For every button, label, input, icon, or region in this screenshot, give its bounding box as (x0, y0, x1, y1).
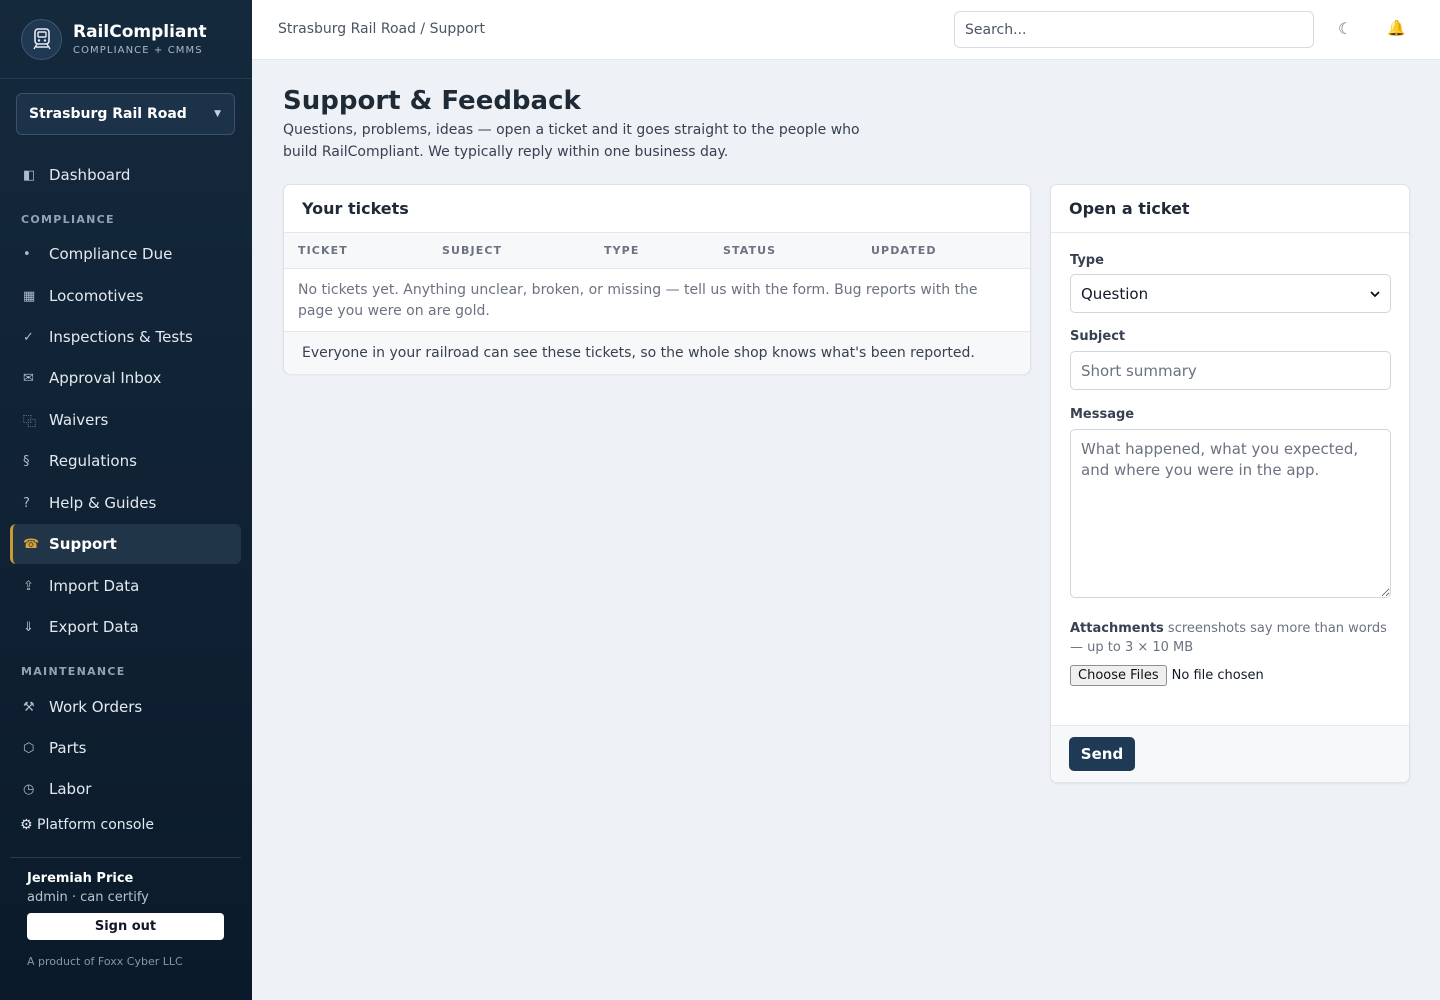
download-icon: ⇓ (23, 619, 34, 635)
sidebar-item-label: Dashboard (49, 166, 131, 184)
page-description: Questions, problems, ideas — open a tick… (283, 122, 860, 160)
sidebar-item-export[interactable]: ⇓ Export Data (10, 607, 241, 647)
column-header-ticket[interactable]: TICKET (298, 244, 348, 257)
sidebar-item-support[interactable]: ☎ Support (10, 524, 241, 564)
type-select[interactable]: Question (1070, 274, 1391, 313)
sidebar-item-label: Support (49, 535, 117, 553)
sidebar-item-labor[interactable]: ◷ Labor (10, 769, 241, 809)
column-header-updated[interactable]: UPDATED (871, 244, 937, 257)
chevron-down-icon: ▼ (214, 109, 221, 119)
sidebar-item-label: Regulations (49, 452, 137, 470)
locomotive-logo-icon (21, 18, 62, 60)
upload-icon: ⇪ (23, 578, 34, 594)
sidebar-item-label: Labor (49, 780, 92, 798)
user-role: admin · can certify (27, 890, 149, 905)
product-credit: A product of Foxx Cyber LLC (27, 955, 183, 968)
sidebar-item-label: Approval Inbox (49, 369, 162, 387)
top-bar: Strasburg Rail Road / Support ☾ 🔔 (252, 0, 1440, 60)
section-label-compliance: COMPLIANCE (21, 213, 115, 226)
attachments-title: Attachments (1070, 621, 1164, 636)
dashboard-icon: ◧ (23, 167, 36, 183)
tickets-visibility-note: Everyone in your railroad can see these … (284, 332, 1030, 374)
type-label: Type (1070, 253, 1104, 268)
tickets-empty-state: No tickets yet. Anything unclear, broken… (284, 269, 1030, 332)
sidebar-item-work-orders[interactable]: ⚒ Work Orders (10, 687, 241, 727)
choose-files-button[interactable]: Choose Files (1070, 665, 1167, 686)
user-panel: Jeremiah Price admin · can certify Sign … (10, 857, 241, 968)
sidebar-item-dashboard[interactable]: ◧ Dashboard (10, 155, 241, 195)
page-title: Support & Feedback (283, 86, 581, 116)
column-header-type[interactable]: TYPE (604, 244, 639, 257)
sidebar-item-import[interactable]: ⇪ Import Data (10, 566, 241, 606)
sidebar-item-locomotives[interactable]: ▦ Locomotives (10, 276, 241, 316)
hexagon-icon: ⬡ (23, 740, 35, 756)
bell-icon[interactable]: 🔔 (1387, 19, 1406, 37)
send-button[interactable]: Send (1069, 737, 1135, 771)
question-icon: ? (23, 495, 30, 511)
attachments-label: Attachments screenshots say more than wo… (1070, 619, 1390, 657)
sidebar-item-label: Waivers (49, 411, 109, 429)
sidebar-item-help[interactable]: ? Help & Guides (10, 483, 241, 523)
user-name: Jeremiah Price (27, 871, 134, 886)
sidebar-item-compliance-due[interactable]: • Compliance Due (10, 234, 241, 274)
sidebar-item-label: Help & Guides (49, 494, 157, 512)
ticket-form: Type Question Subject Message Attachment… (1051, 253, 1409, 686)
chevron-down-icon (1370, 290, 1380, 297)
message-label: Message (1070, 407, 1135, 422)
subject-label: Subject (1070, 329, 1126, 344)
search-input[interactable] (954, 11, 1314, 48)
hammer-pick-icon: ⚒ (23, 699, 35, 715)
open-ticket-title: Open a ticket (1051, 185, 1409, 233)
dot-icon: • (23, 246, 31, 262)
sign-out-button[interactable]: Sign out (27, 913, 224, 940)
sidebar-item-label: Parts (49, 739, 87, 757)
breadcrumb: Strasburg Rail Road / Support (278, 21, 485, 37)
clock-icon: ◷ (23, 781, 35, 797)
form-footer: Send (1051, 725, 1409, 782)
column-header-subject[interactable]: SUBJECT (442, 244, 502, 257)
sidebar-item-regulations[interactable]: § Regulations (10, 441, 241, 481)
railroad-selector[interactable]: Strasburg Rail Road ▼ (16, 93, 235, 135)
tickets-table-header: TICKET SUBJECT TYPE STATUS UPDATED (284, 233, 1030, 269)
sidebar-item-parts[interactable]: ⬡ Parts (10, 728, 241, 768)
brand-name: RailCompliant (73, 22, 207, 42)
document-icon: ⿻ (23, 414, 37, 430)
brand-tagline: COMPLIANCE + CMMS (73, 45, 203, 56)
sidebar-item-inspections[interactable]: ✓ Inspections & Tests (10, 317, 241, 357)
sidebar-item-label: Import Data (49, 577, 140, 595)
file-picker: Choose Files No file chosen (1070, 665, 1390, 686)
sidebar-item-label: Inspections & Tests (49, 328, 193, 346)
open-ticket-card: Open a ticket Type Question Subject Mess… (1050, 184, 1410, 783)
check-icon: ✓ (23, 329, 34, 345)
sidebar-item-waivers[interactable]: ⿻ Waivers (10, 400, 241, 440)
type-select-value: Question (1081, 284, 1149, 303)
envelope-icon: ✉ (23, 370, 34, 386)
platform-console-link[interactable]: ⚙ Platform console (20, 817, 154, 833)
sidebar: RailCompliant COMPLIANCE + CMMS Strasbur… (0, 0, 252, 1000)
moon-icon[interactable]: ☾ (1338, 19, 1352, 38)
sidebar-item-label: Work Orders (49, 698, 143, 716)
railroad-selector-value: Strasburg Rail Road (29, 106, 187, 122)
file-status: No file chosen (1171, 668, 1264, 683)
tickets-card: Your tickets TICKET SUBJECT TYPE STATUS … (283, 184, 1031, 374)
sidebar-item-label: Export Data (49, 618, 139, 636)
brand: RailCompliant COMPLIANCE + CMMS (0, 0, 252, 79)
sidebar-item-label: Compliance Due (49, 245, 173, 263)
telephone-icon: ☎ (23, 536, 40, 552)
grid-icon: ▦ (23, 288, 36, 304)
message-textarea[interactable] (1070, 429, 1391, 598)
column-header-status[interactable]: STATUS (723, 244, 776, 257)
sidebar-item-approval-inbox[interactable]: ✉ Approval Inbox (10, 358, 241, 398)
section-label-maintenance: MAINTENANCE (21, 665, 126, 678)
sidebar-item-label: Locomotives (49, 287, 144, 305)
section-sign-icon: § (23, 453, 30, 469)
tickets-card-title: Your tickets (284, 185, 1030, 233)
subject-input[interactable] (1070, 351, 1391, 390)
